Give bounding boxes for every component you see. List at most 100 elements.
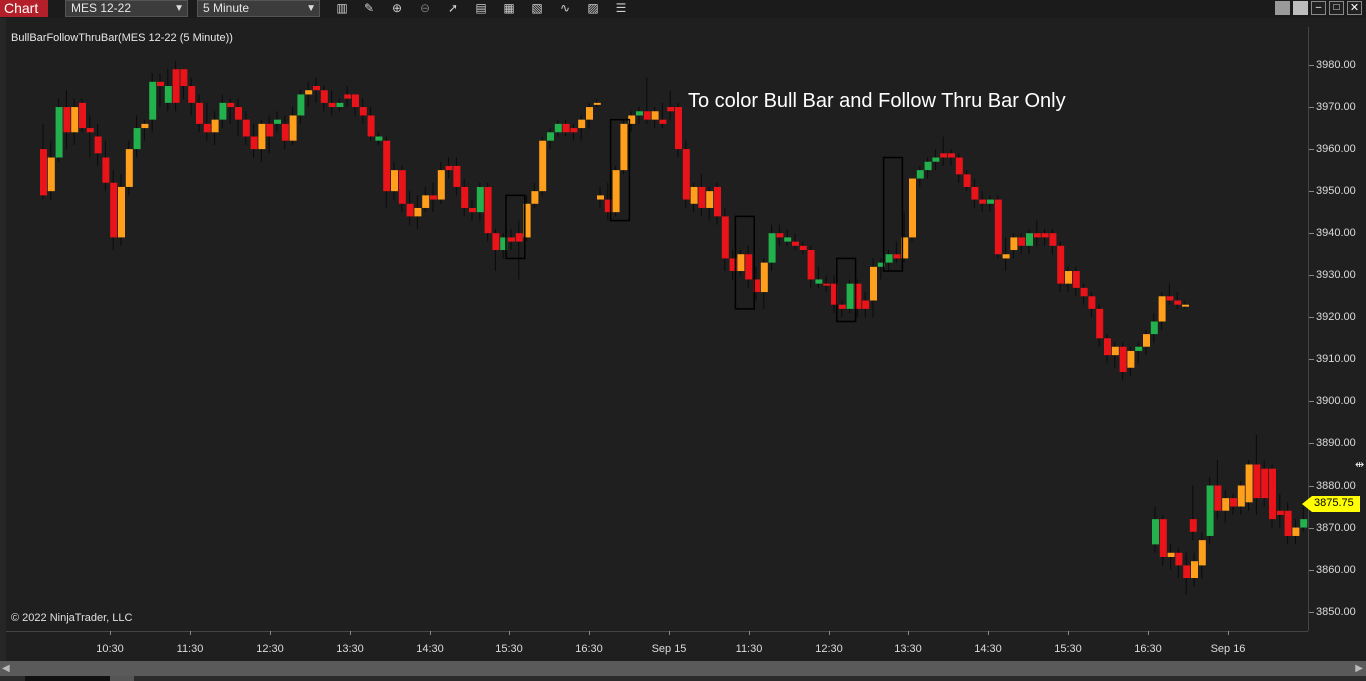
candle-body: [469, 207, 476, 213]
price-tick: [1309, 149, 1314, 151]
minimize-button[interactable]: –: [1311, 1, 1326, 15]
candle-body: [305, 90, 313, 95]
candle: [784, 228, 792, 246]
drawing-tools-icon[interactable]: ✎: [360, 0, 378, 17]
data-box-icon[interactable]: ▤: [472, 0, 490, 17]
candle-body: [971, 186, 979, 200]
chart-tab[interactable]: [25, 676, 110, 681]
candle: [1269, 464, 1276, 528]
candle-body: [1174, 300, 1182, 305]
horizontal-scrollbar[interactable]: ◀ ▶: [0, 661, 1366, 676]
bar-type-icon[interactable]: ▥: [333, 0, 351, 17]
candle-body: [1033, 233, 1041, 238]
candle-body: [1065, 271, 1072, 284]
candle: [994, 195, 1002, 259]
candle: [515, 220, 523, 280]
candle-body: [1292, 527, 1300, 536]
candle-body: [706, 191, 714, 208]
candle-body: [1080, 287, 1088, 297]
chart-panel[interactable]: [6, 27, 1308, 631]
candle-body: [383, 140, 391, 192]
candle: [1159, 514, 1167, 566]
instrument-selector[interactable]: MES 12-22 ▼: [65, 0, 188, 17]
candle: [971, 178, 979, 208]
candle-body: [792, 241, 799, 246]
interval-selector[interactable]: 5 Minute ▼: [197, 0, 320, 17]
candle: [531, 182, 539, 208]
candle: [141, 119, 149, 141]
candle: [547, 128, 554, 150]
candle: [1158, 292, 1166, 330]
candle: [1253, 435, 1261, 515]
indicators-icon[interactable]: ∿: [556, 0, 574, 17]
zoom-out-icon[interactable]: ⊖: [416, 0, 434, 17]
candle: [1183, 552, 1191, 595]
scroll-left-icon[interactable]: ◀: [2, 663, 10, 674]
instrument-value: MES 12-22: [71, 1, 132, 15]
zoom-in-icon[interactable]: ⊕: [388, 0, 406, 17]
pointer-icon[interactable]: ➚: [444, 0, 462, 17]
candle-body: [1135, 346, 1143, 351]
candle-body: [79, 102, 86, 129]
candle: [578, 115, 586, 141]
candle: [1033, 220, 1041, 246]
indicator-label: BullBarFollowThruBar(MES 12-22 (5 Minute…: [11, 32, 233, 44]
candle: [846, 279, 854, 314]
time-tick: [350, 631, 351, 635]
time-label: 11:30: [735, 643, 763, 655]
scroll-right-icon[interactable]: ▶: [1355, 663, 1363, 674]
candle-body: [289, 115, 297, 141]
candle-body: [1237, 485, 1245, 507]
candle: [1167, 544, 1175, 570]
time-label: 14:30: [416, 643, 444, 655]
add-tab-button[interactable]: [110, 676, 134, 681]
candle-body: [71, 107, 79, 133]
candle: [667, 90, 675, 120]
price-label: 3890.00: [1316, 437, 1356, 450]
candle: [118, 174, 125, 246]
candle-body: [1002, 254, 1010, 259]
candle-body: [1245, 464, 1253, 503]
candle-body: [188, 86, 196, 103]
tab-strip: [0, 676, 1366, 681]
pin-window-button[interactable]: [1293, 1, 1308, 15]
chart-annotation-text: To color Bull Bar and Follow Thru Bar On…: [688, 90, 1066, 112]
candle: [149, 73, 157, 133]
candle: [651, 107, 659, 129]
candle-body: [1150, 321, 1158, 335]
candle: [643, 77, 651, 124]
candle-body: [1214, 485, 1222, 511]
templates-icon[interactable]: ▨: [584, 0, 602, 17]
candle: [554, 119, 562, 137]
candle: [1096, 304, 1104, 347]
candle-body: [476, 186, 484, 213]
candle-body: [815, 279, 823, 284]
candle-body: [924, 161, 932, 171]
strategies-icon[interactable]: ▧: [528, 0, 546, 17]
candle-body: [776, 233, 784, 238]
more-icon[interactable]: ☰: [612, 0, 630, 17]
candle: [79, 98, 86, 133]
candle: [1191, 552, 1198, 587]
candle: [1057, 241, 1065, 293]
candle: [133, 115, 141, 158]
candle: [690, 182, 698, 213]
candle-body: [737, 254, 745, 272]
candle-body: [1072, 271, 1080, 288]
candle-body: [1284, 510, 1292, 536]
tile-window-button[interactable]: [1275, 1, 1290, 15]
price-axis[interactable]: [1308, 27, 1366, 631]
price-label: 3940.00: [1316, 227, 1356, 240]
candle-body: [643, 111, 651, 120]
candle: [963, 170, 971, 192]
close-button[interactable]: ✕: [1347, 1, 1362, 15]
app-title[interactable]: Chart: [0, 0, 48, 17]
candle: [1088, 292, 1096, 318]
candle: [484, 182, 492, 242]
properties-icon[interactable]: ▦: [500, 0, 518, 17]
candle-body: [570, 128, 578, 133]
time-tick: [589, 631, 590, 635]
candle: [461, 178, 469, 217]
candle: [476, 182, 484, 221]
maximize-button[interactable]: □: [1329, 1, 1344, 15]
